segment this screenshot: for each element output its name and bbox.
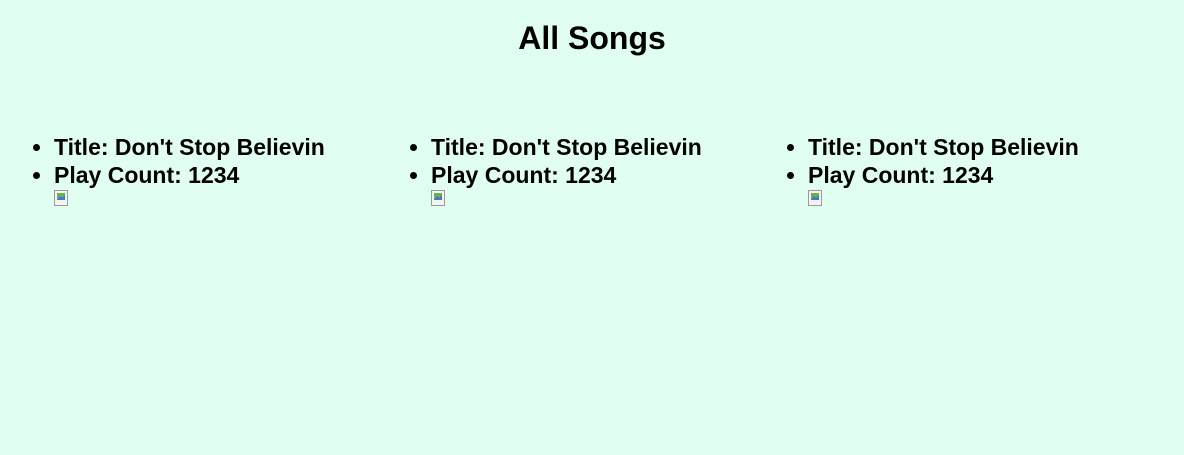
song-grid: Title: Don't Stop Believin Play Count: 1… <box>0 133 1184 206</box>
song-card: Title: Don't Stop Believin Play Count: 1… <box>377 133 754 206</box>
broken-image-icon <box>54 190 70 206</box>
page-title: All Songs <box>518 20 666 56</box>
song-title: Title: Don't Stop Believin <box>431 133 754 161</box>
song-details-list: Title: Don't Stop Believin Play Count: 1… <box>377 133 754 189</box>
song-details-list: Title: Don't Stop Believin Play Count: 1… <box>0 133 377 189</box>
song-play-count: Play Count: 1234 <box>808 161 1131 189</box>
song-title: Title: Don't Stop Believin <box>808 133 1131 161</box>
song-play-count: Play Count: 1234 <box>431 161 754 189</box>
song-play-count: Play Count: 1234 <box>54 161 377 189</box>
broken-image-icon <box>808 190 824 206</box>
broken-image-icon <box>431 190 447 206</box>
song-details-list: Title: Don't Stop Believin Play Count: 1… <box>754 133 1131 189</box>
song-title: Title: Don't Stop Believin <box>54 133 377 161</box>
song-card: Title: Don't Stop Believin Play Count: 1… <box>754 133 1131 206</box>
song-card: Title: Don't Stop Believin Play Count: 1… <box>0 133 377 206</box>
